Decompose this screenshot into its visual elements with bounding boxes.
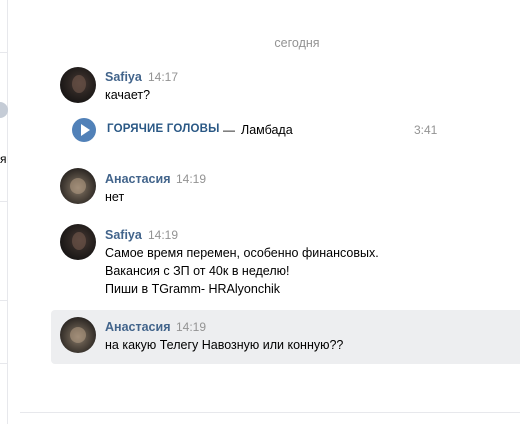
message-time[interactable]: 14:19 (148, 228, 178, 242)
audio-duration: 3:41 (414, 123, 438, 137)
audio-attachment[interactable]: ГОРЯЧИЕ ГОЛОВЫ — Ламбада 3:41 (72, 116, 452, 142)
divider (0, 300, 8, 301)
message-time[interactable]: 14:17 (148, 70, 178, 84)
composer-divider (20, 412, 520, 413)
message-author[interactable]: Анастасия (105, 320, 171, 334)
message-time[interactable]: 14:19 (176, 320, 206, 334)
message-text-line: Вакансия с ЗП от 40к в неделю! (105, 264, 290, 278)
audio-dash: — (223, 123, 235, 137)
date-separator: сегодня (274, 36, 320, 50)
avatar[interactable] (60, 224, 96, 260)
divider (0, 201, 8, 202)
message-text-line: Самое время перемен, особенно финансовых… (105, 246, 379, 260)
message-text-line: Пиши в TGramm- HRAlyonchik (105, 282, 281, 296)
message-item[interactable]: Анастасия 14:19 на какую Телегу Навозную… (51, 310, 520, 364)
message-text: на какую Телегу Навозную или конную?? (105, 338, 344, 352)
message-history: сегодня Safiya 14:17 качает? ГОРЯЧИЕ ГОЛ… (8, 0, 520, 412)
scroll-knob[interactable] (0, 102, 8, 118)
divider (0, 52, 8, 53)
message-author[interactable]: Safiya (105, 70, 142, 84)
message-author[interactable]: Safiya (105, 228, 142, 242)
truncated-text: я (0, 152, 7, 166)
message-item[interactable]: Safiya 14:19 Самое время перемен, особен… (51, 218, 520, 302)
play-icon[interactable] (72, 118, 96, 142)
message-text: качает? (105, 88, 151, 102)
audio-artist[interactable]: ГОРЯЧИЕ ГОЛОВЫ (107, 123, 220, 135)
audio-title[interactable]: Ламбада (241, 123, 293, 137)
avatar[interactable] (60, 67, 96, 103)
avatar[interactable] (60, 317, 96, 353)
message-item[interactable]: Анастасия 14:19 нет (51, 160, 520, 216)
message-time[interactable]: 14:19 (176, 172, 206, 186)
message-author[interactable]: Анастасия (105, 172, 171, 186)
avatar[interactable] (60, 168, 96, 204)
left-sidebar-strip: я (0, 0, 8, 424)
divider (0, 363, 8, 364)
message-text: нет (105, 190, 125, 204)
